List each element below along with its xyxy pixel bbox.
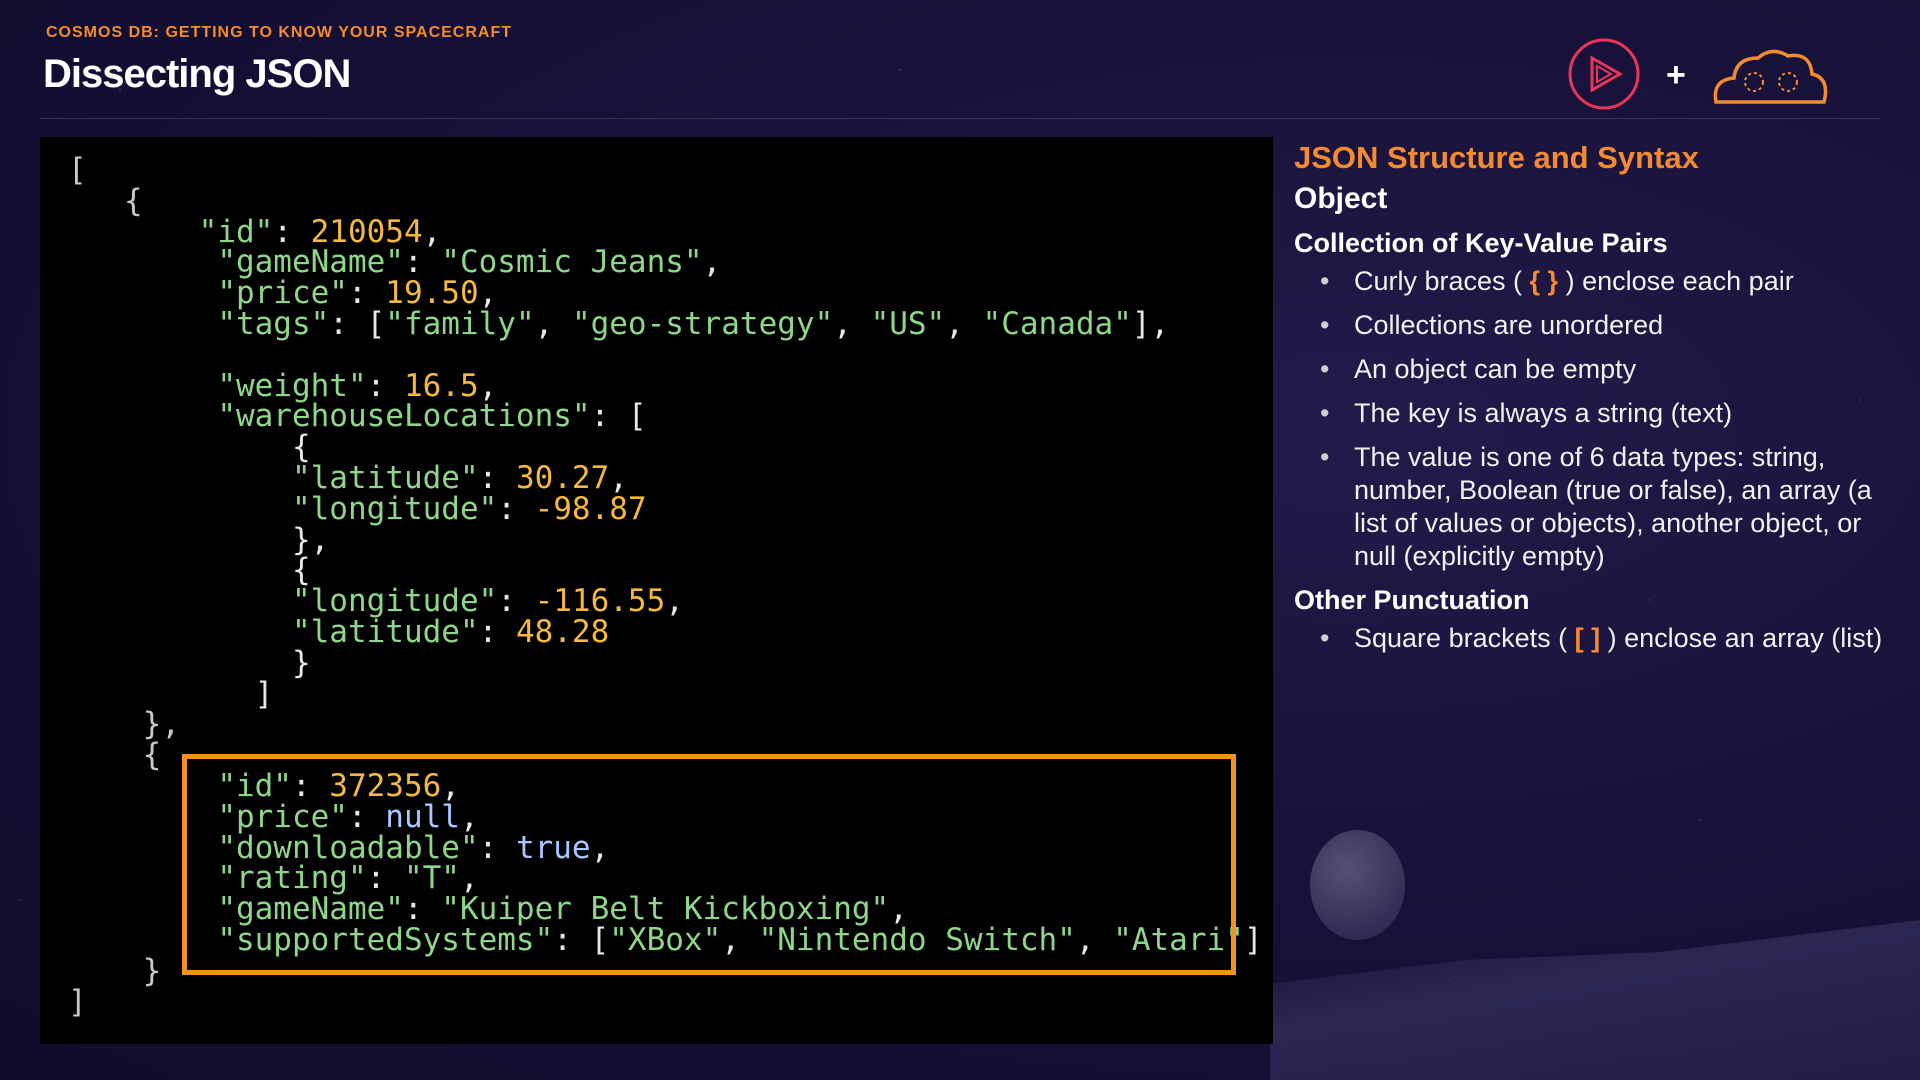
- collection-title: Collection of Key-Value Pairs: [1294, 228, 1668, 258]
- list-item: Curly braces ( { } ) enclose each pair: [1294, 265, 1894, 298]
- course-eyebrow: COSMOS DB: GETTING TO KNOW YOUR SPACECRA…: [46, 24, 513, 41]
- brand-logos: +: [1568, 38, 1828, 110]
- object-bullet-list: Curly braces ( { } ) enclose each pair C…: [1294, 265, 1894, 573]
- list-item: An object can be empty: [1294, 353, 1894, 386]
- header-divider: [40, 118, 1880, 119]
- moon-graphic: [1310, 830, 1405, 940]
- punctuation-bullet-list: Square brackets ( [ ] ) enclose an array…: [1294, 622, 1894, 655]
- list-item: Square brackets ( [ ] ) enclose an array…: [1294, 622, 1894, 655]
- list-item: Collections are unordered: [1294, 309, 1894, 342]
- object-title: Object: [1294, 182, 1388, 215]
- spacecraft-graphic: [1270, 920, 1920, 1080]
- list-item: The key is always a string (text): [1294, 397, 1894, 430]
- cloud-guru-icon: [1713, 49, 1828, 104]
- square-bracket-symbol: [ ]: [1574, 623, 1601, 653]
- punctuation-title: Other Punctuation: [1294, 585, 1530, 615]
- notes-heading: JSON Structure and Syntax: [1294, 140, 1699, 175]
- pluralsight-play-icon: [1568, 38, 1640, 110]
- json-code-panel: [ { "id": 210054, "gameName": "Cosmic Je…: [40, 137, 1273, 1044]
- page-title: Dissecting JSON: [43, 52, 351, 96]
- list-item: The value is one of 6 data types: string…: [1294, 441, 1894, 573]
- curly-brace-symbol: { }: [1529, 266, 1559, 296]
- syntax-notes-panel: JSON Structure and Syntax Object Collect…: [1294, 140, 1894, 666]
- second-object-highlight-box: [182, 754, 1236, 975]
- plus-sign: +: [1666, 56, 1686, 94]
